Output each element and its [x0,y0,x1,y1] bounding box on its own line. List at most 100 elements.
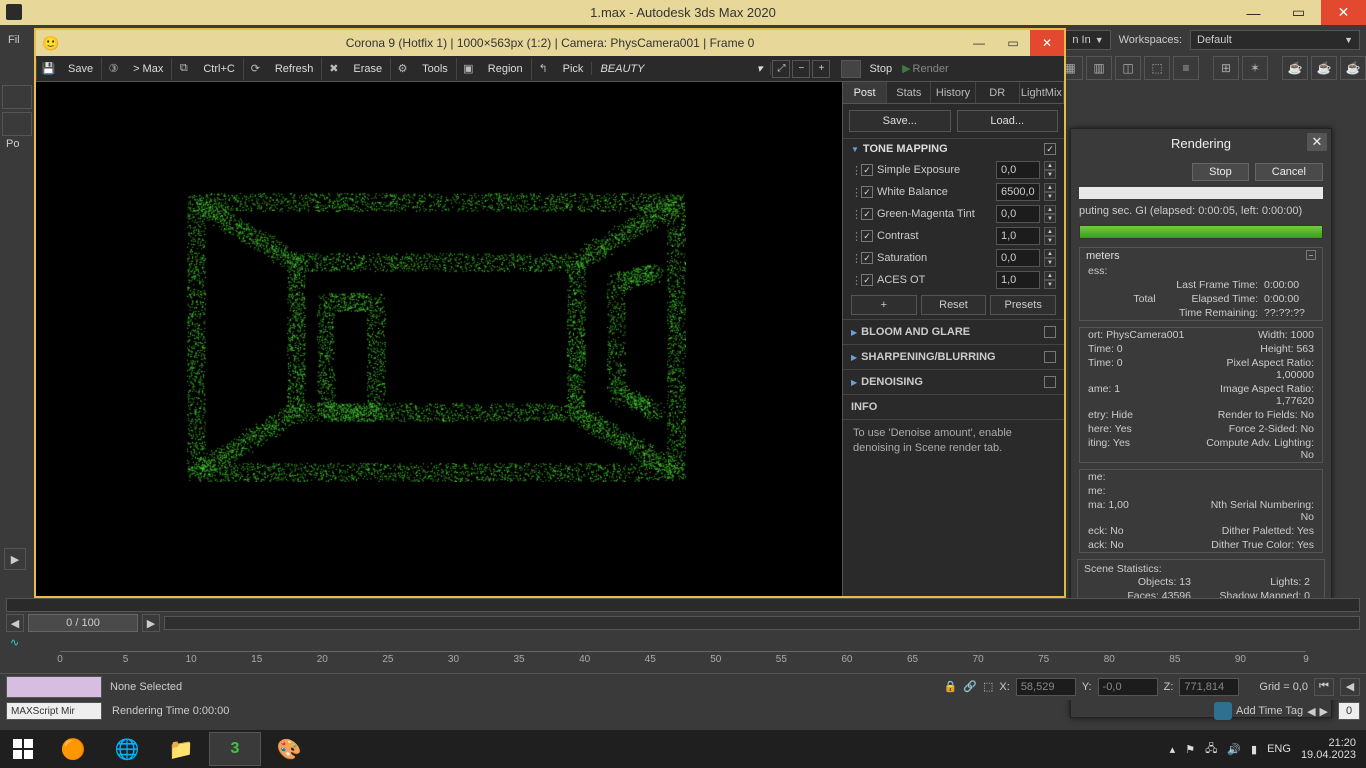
tab-lightmix[interactable]: LightMix [1020,82,1064,103]
add-op-button[interactable]: + [851,295,917,315]
play-icon[interactable]: ▶ [900,62,912,75]
contrast-checkbox[interactable]: ✓ [861,230,873,242]
taskbar-chrome[interactable]: 🌐 [101,732,153,766]
section-bloom[interactable]: ▶BLOOM AND GLARE [843,319,1064,344]
pick-button[interactable]: Pick [555,63,592,75]
reset-button[interactable]: Reset [921,295,987,315]
sharpen-enable-checkbox[interactable] [1044,351,1056,363]
tray-flag-icon[interactable]: ⚑ [1185,743,1195,756]
curve-icon[interactable]: ∿ [0,634,1366,651]
pass-combo[interactable]: BEAUTY▾ [591,62,771,75]
spinner[interactable]: ▲▼ [1044,271,1056,289]
erase-icon[interactable]: ✖ [321,58,345,80]
bloom-enable-checkbox[interactable] [1044,326,1056,338]
tray-network-icon[interactable]: 🖧 [1205,740,1217,759]
toolbar-icon[interactable]: ✶ [1242,56,1268,80]
maxscript-input[interactable]: MAXScript Mir [6,702,102,720]
axis-icon[interactable]: ⬚ [983,680,993,693]
time-ruler[interactable]: 0510152025303540455055606570758085909 [60,651,1306,673]
tray-volume-icon[interactable]: 🔊 [1227,743,1241,756]
zoom-out-icon[interactable]: − [792,60,810,78]
ctrlc-button[interactable]: Ctrl+C [195,63,242,75]
gm-checkbox[interactable]: ✓ [861,208,873,220]
frame-prev[interactable]: ◀ [6,614,24,632]
taskbar-ccleaner[interactable]: 🟠 [47,732,99,766]
spinner[interactable]: ▲▼ [1044,183,1056,201]
toolbar-teapot-icon[interactable]: ☕ [1282,56,1308,80]
aces-input[interactable]: 1,0 [996,271,1040,289]
toolbar-teapot-icon[interactable]: ☕ [1311,56,1337,80]
goto-start[interactable]: ⏮ [1314,678,1334,696]
pick-icon[interactable]: ↰ [531,58,555,80]
gm-input[interactable]: 0,0 [996,205,1040,223]
toolbar-teapot-icon[interactable]: ☕ [1340,56,1366,80]
save-icon[interactable]: 💾 [36,58,60,80]
spinner[interactable]: ▲▼ [1044,249,1056,267]
add-time-tag[interactable]: Add Time Tag [1236,705,1303,717]
denoise-enable-checkbox[interactable] [1044,376,1056,388]
aces-checkbox[interactable]: ✓ [861,274,873,286]
rendering-close[interactable]: ✕ [1307,133,1327,151]
save-button[interactable]: Save [60,63,101,75]
tab-history[interactable]: History [931,82,975,103]
rendering-stop-button[interactable]: Stop [1192,163,1249,181]
section-sharpen[interactable]: ▶SHARPENING/BLURRING [843,344,1064,369]
exposure-checkbox[interactable]: ✓ [861,164,873,176]
render-button[interactable]: Render [913,63,957,75]
x-input[interactable]: 58,529 [1016,678,1076,696]
minimize-button[interactable]: — [1231,0,1276,25]
material-swatch[interactable] [6,676,102,698]
spinner[interactable]: ▲▼ [1044,205,1056,223]
link-icon[interactable]: 🔗 [963,680,977,693]
toolbar-icon[interactable]: ⊞ [1213,56,1239,80]
spinner[interactable]: ▲▼ [1044,161,1056,179]
section-tone[interactable]: ▼TONE MAPPING ✓ [843,138,1064,159]
erase-button[interactable]: Erase [345,63,390,75]
taskbar-explorer[interactable]: 📁 [155,732,207,766]
frame-next[interactable]: ▶ [142,614,160,632]
tray-clock[interactable]: 21:20 19.04.2023 [1301,737,1356,761]
lock-icon[interactable]: 🔒 [944,680,958,693]
copy-icon[interactable]: ⧉ [171,58,195,80]
spinner[interactable]: ▲▼ [1044,227,1056,245]
tomax-button[interactable]: > Max [125,63,171,75]
tag-next[interactable]: ▶ [1320,705,1328,718]
track-bar[interactable] [6,598,1360,612]
contrast-input[interactable]: 1,0 [996,227,1040,245]
tab-post[interactable]: Post [843,82,887,103]
wb-checkbox[interactable]: ✓ [861,186,873,198]
taskbar-paint[interactable]: 🎨 [263,732,315,766]
exposure-input[interactable]: 0,0 [996,161,1040,179]
rendering-titlebar[interactable]: Rendering ✕ [1071,129,1331,157]
frame-track[interactable] [164,616,1360,630]
y-input[interactable]: -0,0 [1098,678,1158,696]
section-denoise[interactable]: ▶DENOISING [843,369,1064,394]
workspace-combo[interactable]: Default▼ [1190,30,1360,50]
time-tag-icon[interactable] [1214,702,1232,720]
left-tool[interactable] [2,85,32,109]
frame-knob[interactable]: 0 / 100 [28,614,138,632]
region-icon[interactable]: ▣ [456,58,480,80]
tray-up-icon[interactable]: ▴ [1170,743,1176,756]
taskbar-3dsmax[interactable]: 3 [209,732,261,766]
corona-minimize[interactable]: — [962,30,996,56]
tools-button[interactable]: Tools [414,63,456,75]
presets-button[interactable]: Presets [990,295,1056,315]
signin-combo[interactable]: n In▼ [1065,30,1110,50]
corona-maximize[interactable]: ▭ [996,30,1030,56]
tab-stats[interactable]: Stats [887,82,931,103]
tag-index[interactable]: 0 [1338,702,1360,720]
tray-battery-icon[interactable]: ▮ [1251,743,1257,756]
prev-frame[interactable]: ◀ [1340,678,1360,696]
tone-enable-checkbox[interactable]: ✓ [1044,143,1056,155]
menu-file[interactable]: Fil [0,34,28,46]
tools-icon[interactable]: ⚙ [390,58,414,80]
tray-lang[interactable]: ENG [1267,743,1291,755]
collapse-icon[interactable]: − [1306,250,1316,260]
refresh-icon[interactable]: ⟳ [243,58,267,80]
z-input[interactable]: 771,814 [1179,678,1239,696]
max-icon[interactable]: ③ [101,58,125,80]
rendering-cancel-button[interactable]: Cancel [1255,163,1323,181]
vfb-save-button[interactable]: Save... [849,110,951,132]
corona-close[interactable]: ✕ [1030,30,1064,56]
